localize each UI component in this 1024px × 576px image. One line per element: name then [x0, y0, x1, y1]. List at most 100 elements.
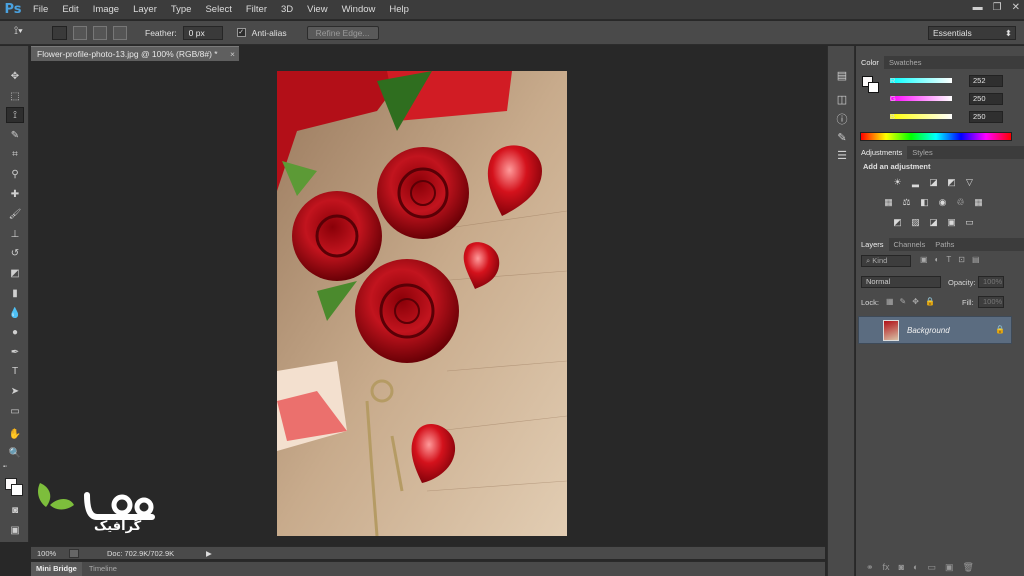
- hand-tool-icon[interactable]: ✋: [6, 426, 24, 442]
- feather-input[interactable]: 0 px: [182, 25, 223, 40]
- move-tool-icon[interactable]: ✥: [6, 68, 24, 84]
- workspace-select[interactable]: Essentials ⬍: [928, 26, 1016, 40]
- posterize-icon[interactable]: ▨: [910, 217, 921, 227]
- menu-help[interactable]: Help: [382, 0, 416, 20]
- blur-tool-icon[interactable]: 💧: [6, 305, 24, 321]
- tab-mini-bridge[interactable]: Mini Bridge: [31, 562, 82, 576]
- red-slider[interactable]: [890, 77, 952, 83]
- link-layers-icon[interactable]: ⚭: [866, 562, 874, 573]
- color-lookup-icon[interactable]: ▦: [973, 197, 984, 207]
- tab-adjustments[interactable]: Adjustments: [856, 146, 908, 159]
- shape-tool-icon[interactable]: ▭: [6, 403, 24, 419]
- menu-file[interactable]: File: [26, 0, 55, 20]
- gradient-map-icon[interactable]: ▭: [964, 217, 975, 227]
- layer-style-icon[interactable]: fx: [883, 562, 890, 573]
- layer-row-background[interactable]: Background 🔒: [858, 316, 1012, 344]
- exposure-icon[interactable]: ◩: [946, 177, 957, 187]
- hue-saturation-icon[interactable]: ▦: [883, 197, 894, 207]
- threshold-icon[interactable]: ◪: [928, 217, 939, 227]
- tab-layers[interactable]: Layers: [856, 238, 889, 251]
- character-panel-icon[interactable]: ☰: [835, 148, 849, 162]
- channel-mixer-icon[interactable]: ♲: [955, 197, 966, 207]
- menu-window[interactable]: Window: [335, 0, 383, 20]
- menu-type[interactable]: Type: [164, 0, 199, 20]
- status-info-icon[interactable]: [69, 548, 79, 558]
- layer-kind-filter[interactable]: ⌕ Kind: [861, 255, 911, 267]
- refine-edge-button[interactable]: Refine Edge...: [306, 25, 379, 40]
- history-brush-tool-icon[interactable]: ↺: [6, 245, 24, 261]
- photo-filter-icon[interactable]: ◉: [937, 197, 948, 207]
- zoom-level[interactable]: 100%: [31, 549, 63, 558]
- menu-3d[interactable]: 3D: [274, 0, 300, 20]
- opacity-input[interactable]: 100%: [978, 276, 1004, 288]
- menu-edit[interactable]: Edit: [55, 0, 85, 20]
- antialias-checkbox[interactable]: ✓: [236, 28, 246, 37]
- path-selection-tool-icon[interactable]: ➤: [6, 383, 24, 399]
- blue-value[interactable]: 250: [969, 111, 1003, 123]
- menu-view[interactable]: View: [300, 0, 334, 20]
- subtract-from-selection-icon[interactable]: [93, 25, 107, 40]
- invert-icon[interactable]: ◩: [892, 217, 903, 227]
- green-value[interactable]: 250: [969, 93, 1003, 105]
- new-layer-icon[interactable]: ▣: [945, 562, 954, 573]
- tab-channels[interactable]: Channels: [889, 238, 931, 251]
- green-slider[interactable]: [890, 95, 952, 101]
- dodge-tool-icon[interactable]: ●: [6, 324, 24, 340]
- crop-tool-icon[interactable]: ⌗: [6, 146, 24, 162]
- red-value[interactable]: 252: [969, 75, 1003, 87]
- info-panel-icon[interactable]: ⓘ: [835, 112, 849, 126]
- restore-icon[interactable]: ❐: [993, 2, 1002, 13]
- screen-mode-icon[interactable]: ▣: [6, 522, 24, 538]
- history-panel-icon[interactable]: ▤: [835, 68, 849, 82]
- status-menu-arrow-icon[interactable]: ▶: [206, 549, 212, 558]
- properties-panel-icon[interactable]: ◫: [835, 92, 849, 106]
- black-white-icon[interactable]: ◧: [919, 197, 930, 207]
- tab-timeline[interactable]: Timeline: [84, 562, 122, 576]
- menu-image[interactable]: Image: [86, 0, 126, 20]
- menu-layer[interactable]: Layer: [126, 0, 164, 20]
- clone-stamp-tool-icon[interactable]: ⊥: [6, 226, 24, 242]
- color-spectrum[interactable]: [860, 132, 1012, 141]
- brightness-icon[interactable]: ☀: [892, 177, 903, 187]
- document-image[interactable]: [277, 71, 567, 536]
- brush-panel-icon[interactable]: ✎: [835, 130, 849, 144]
- gradient-tool-icon[interactable]: ▮: [6, 285, 24, 301]
- close-document-icon[interactable]: ×: [230, 47, 235, 61]
- add-to-selection-icon[interactable]: [73, 25, 87, 40]
- pen-tool-icon[interactable]: ✒: [6, 344, 24, 360]
- type-tool-icon[interactable]: T: [6, 363, 24, 379]
- blue-slider[interactable]: [890, 113, 952, 119]
- zoom-tool-icon[interactable]: 🔍: [6, 445, 24, 461]
- eraser-tool-icon[interactable]: ◩: [6, 265, 24, 281]
- eyedropper-tool-icon[interactable]: ⚲: [6, 166, 24, 182]
- healing-brush-tool-icon[interactable]: ✚: [6, 186, 24, 202]
- levels-icon[interactable]: ▂: [910, 177, 921, 187]
- intersect-selection-icon[interactable]: [113, 25, 127, 40]
- close-icon[interactable]: ✕: [1012, 2, 1020, 13]
- menu-select[interactable]: Select: [198, 0, 238, 20]
- background-color-swatch[interactable]: [11, 484, 23, 496]
- default-colors-icon[interactable]: ▪▫: [3, 464, 11, 472]
- quick-select-tool-icon[interactable]: ✎: [6, 127, 24, 143]
- tab-styles[interactable]: Styles: [907, 146, 937, 159]
- curves-icon[interactable]: ◪: [928, 177, 939, 187]
- menu-filter[interactable]: Filter: [239, 0, 274, 20]
- blend-mode-select[interactable]: Normal: [861, 276, 941, 288]
- minimize-icon[interactable]: ▬: [973, 2, 983, 13]
- color-balance-icon[interactable]: ⚖: [901, 197, 912, 207]
- selective-color-icon[interactable]: ▣: [946, 217, 957, 227]
- delete-layer-icon[interactable]: 🗑: [962, 562, 973, 573]
- tab-paths[interactable]: Paths: [930, 238, 959, 251]
- new-group-icon[interactable]: ▭: [927, 562, 936, 573]
- add-mask-icon[interactable]: ◙: [899, 562, 904, 573]
- quick-mask-icon[interactable]: ◙: [6, 502, 24, 518]
- brush-tool-icon[interactable]: 🖌: [6, 206, 24, 222]
- polygonal-lasso-preset-icon[interactable]: ⟟▾: [14, 25, 36, 41]
- marquee-tool-icon[interactable]: ⬚: [6, 88, 24, 104]
- vibrance-icon[interactable]: ▽: [964, 177, 975, 187]
- tab-color[interactable]: Color: [856, 56, 884, 69]
- document-tab[interactable]: Flower-profile-photo-13.jpg @ 100% (RGB/…: [31, 46, 239, 61]
- fill-input[interactable]: 100%: [978, 296, 1004, 308]
- tab-swatches[interactable]: Swatches: [884, 56, 927, 69]
- lasso-tool-icon[interactable]: ⟟: [6, 107, 24, 123]
